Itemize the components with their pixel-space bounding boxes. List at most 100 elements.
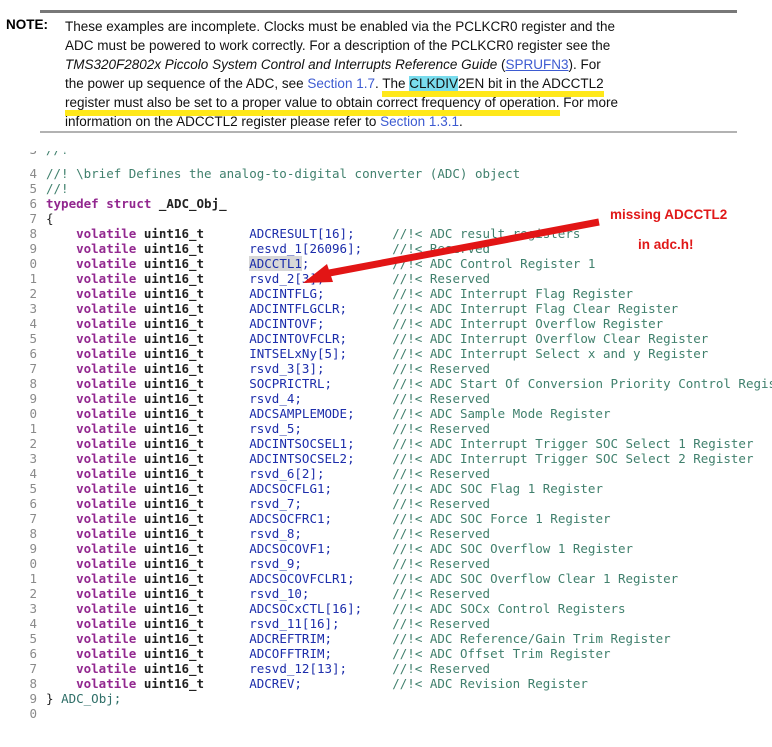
text-segment: ADCINTFLG; [249, 286, 325, 301]
text-segment: volatile [76, 511, 137, 526]
text-segment: _ADC_Obj_ [158, 196, 227, 211]
text-segment: uint16_t [143, 256, 205, 271]
line-number: 67 [29, 511, 37, 526]
text-segment [204, 511, 249, 526]
text-segment [46, 481, 76, 496]
code-line: 45 //! [29, 181, 772, 196]
line-number: 49 [29, 241, 37, 256]
text-segment: rsvd_9; [249, 556, 302, 571]
text-segment [136, 616, 144, 631]
line-number-gutter: 74 [29, 616, 38, 631]
text-segment [355, 571, 393, 586]
line-number-gutter: 72 [29, 586, 38, 601]
text-segment: volatile [76, 421, 137, 436]
text-segment: ADCCTL1 [249, 256, 302, 271]
text-segment: ADCSOCxCTL[16]; [249, 601, 363, 616]
line-number: 55 [29, 331, 37, 346]
note-line: These examples are incomplete. Clocks mu… [57, 17, 747, 36]
text-segment: volatile [76, 631, 137, 646]
text-segment: //!< ADC Interrupt Flag Register [392, 286, 634, 301]
text-segment: //!< Reserved [392, 391, 491, 406]
code-line: 54 volatile uint16_t ADCINTOVF; //!< ADC… [29, 316, 772, 331]
line-number-gutter: 58 [29, 376, 38, 391]
code-line: 57 volatile uint16_t rsvd_3[3]; //!< Res… [29, 361, 772, 376]
text-segment: rsvd_5; [249, 421, 302, 436]
text-segment [204, 616, 249, 631]
text-segment [204, 496, 249, 511]
text-segment: volatile [76, 451, 137, 466]
text-segment [302, 496, 392, 511]
text-segment: rsvd_2[3]; [249, 271, 325, 286]
text-segment [46, 601, 76, 616]
text-segment [46, 316, 76, 331]
line-number-gutter: 49 [29, 241, 38, 256]
text-segment [46, 631, 76, 646]
line-number: 66 [29, 496, 37, 511]
text-segment: For more [559, 95, 619, 110]
text-segment [302, 526, 392, 541]
line-number: 51 [29, 271, 37, 286]
text-segment [204, 586, 249, 601]
line-number: 48 [29, 226, 37, 241]
code-line: 66 volatile uint16_t rsvd_7; //!< Reserv… [29, 496, 772, 511]
section-1-3-1-link[interactable]: Section 1.3.1 [380, 114, 459, 129]
text-segment [46, 376, 76, 391]
text-segment [204, 241, 249, 256]
text-segment: volatile [76, 271, 137, 286]
text-segment: //! [46, 181, 69, 196]
line-number-gutter: 78 [29, 676, 38, 691]
text-segment [347, 346, 392, 361]
code-line: 43 //! [29, 151, 772, 166]
line-number-gutter: 55 [29, 331, 38, 346]
code-line: 73 volatile uint16_t ADCSOCxCTL[16]; //!… [29, 601, 772, 616]
text-segment: uint16_t [143, 286, 205, 301]
text-segment [46, 286, 76, 301]
sprufn3-link[interactable]: SPRUFN3 [505, 57, 568, 72]
text-segment [136, 646, 144, 661]
text-segment [46, 466, 76, 481]
line-number-gutter: 45 [29, 181, 38, 196]
text-segment [204, 391, 249, 406]
text-segment: volatile [76, 226, 137, 241]
text-segment: ADCSOCOVF1; [249, 541, 333, 556]
note-line: information on the ADCCTL2 register plea… [57, 112, 747, 131]
text-segment [136, 556, 144, 571]
code-line: 59 volatile uint16_t rsvd_4; //!< Reserv… [29, 391, 772, 406]
code-line: 69 volatile uint16_t ADCSOCOVF1; //!< AD… [29, 541, 772, 556]
text-segment [136, 346, 144, 361]
text-segment [136, 451, 144, 466]
text-segment [204, 601, 249, 616]
line-number: 68 [29, 526, 37, 541]
text-segment: volatile [76, 571, 137, 586]
section-1-7-link[interactable]: Section 1.7 [307, 76, 375, 91]
text-segment [325, 286, 393, 301]
text-segment: uint16_t [143, 661, 205, 676]
text-segment: volatile [76, 556, 137, 571]
text-segment: uint16_t [143, 511, 205, 526]
text-segment: uint16_t [143, 676, 205, 691]
text-segment: uint16_t [143, 646, 205, 661]
text-segment [136, 601, 144, 616]
line-number-gutter: 75 [29, 631, 38, 646]
text-segment [46, 391, 76, 406]
text-segment [136, 376, 144, 391]
text-segment: //!< Reserved [392, 466, 491, 481]
bottom-horizontal-rule [40, 131, 737, 133]
text-segment [46, 496, 76, 511]
text-segment [204, 376, 249, 391]
text-segment: uint16_t [143, 601, 205, 616]
line-number-gutter: 57 [29, 361, 38, 376]
text-segment: uint16_t [143, 616, 205, 631]
text-segment: volatile [76, 616, 137, 631]
text-segment: uint16_t [143, 376, 205, 391]
text-segment: volatile [76, 481, 137, 496]
line-number-gutter: 61 [29, 421, 38, 436]
code-line: 60 volatile uint16_t ADCSAMPLEMODE; //!<… [29, 406, 772, 421]
line-number-gutter: 59 [29, 391, 38, 406]
text-segment [309, 586, 392, 601]
text-segment [302, 391, 392, 406]
text-segment: volatile [76, 241, 137, 256]
code-line: 75 volatile uint16_t ADCREFTRIM; //!< AD… [29, 631, 772, 646]
text-segment [204, 271, 249, 286]
text-segment [204, 526, 249, 541]
